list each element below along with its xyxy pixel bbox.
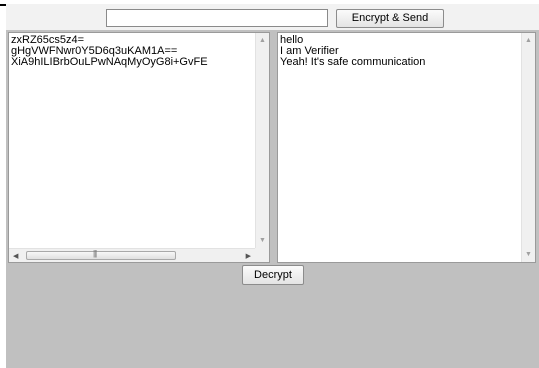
horizontal-scroll-thumb[interactable]: ||| [26, 249, 176, 260]
ciphertext-textarea[interactable]: zxRZ65cs5z4= gHgVWFNwr0Y5D6q3uKAM1A== Xi… [8, 32, 270, 263]
decrypt-button[interactable]: Decrypt [242, 265, 304, 285]
ciphertext-text: zxRZ65cs5z4= gHgVWFNwr0Y5D6q3uKAM1A== Xi… [11, 35, 208, 68]
scroll-up-arrow-icon[interactable]: ▲ [525, 37, 532, 45]
scroll-left-arrow-icon[interactable]: ◀ [13, 252, 18, 260]
scroll-right-arrow-icon[interactable]: ▶ [246, 252, 251, 260]
ciphertext-horizontal-scrollbar[interactable]: ◀ ||| ▶ [9, 248, 255, 262]
encrypt-send-button[interactable]: Encrypt & Send [336, 9, 444, 28]
plaintext-text: hello I am Verifier Yeah! It's safe comm… [280, 35, 426, 68]
scroll-up-arrow-icon[interactable]: ▲ [259, 37, 266, 45]
ciphertext-vertical-scrollbar[interactable]: ▲ ▼ [255, 33, 269, 248]
plaintext-vertical-scrollbar[interactable]: ▲ ▼ [521, 33, 535, 262]
plaintext-textarea[interactable]: hello I am Verifier Yeah! It's safe comm… [277, 32, 536, 263]
scroll-down-arrow-icon[interactable]: ▼ [259, 237, 266, 245]
scroll-down-arrow-icon[interactable]: ▼ [525, 251, 532, 259]
scroll-corner [255, 248, 269, 262]
main-panel: Encrypt & Send zxRZ65cs5z4= gHgVWFNwr0Y5… [6, 4, 539, 368]
message-input[interactable] [106, 9, 328, 27]
send-bar: Encrypt & Send [6, 4, 539, 30]
grip-icon: ||| [93, 249, 97, 258]
